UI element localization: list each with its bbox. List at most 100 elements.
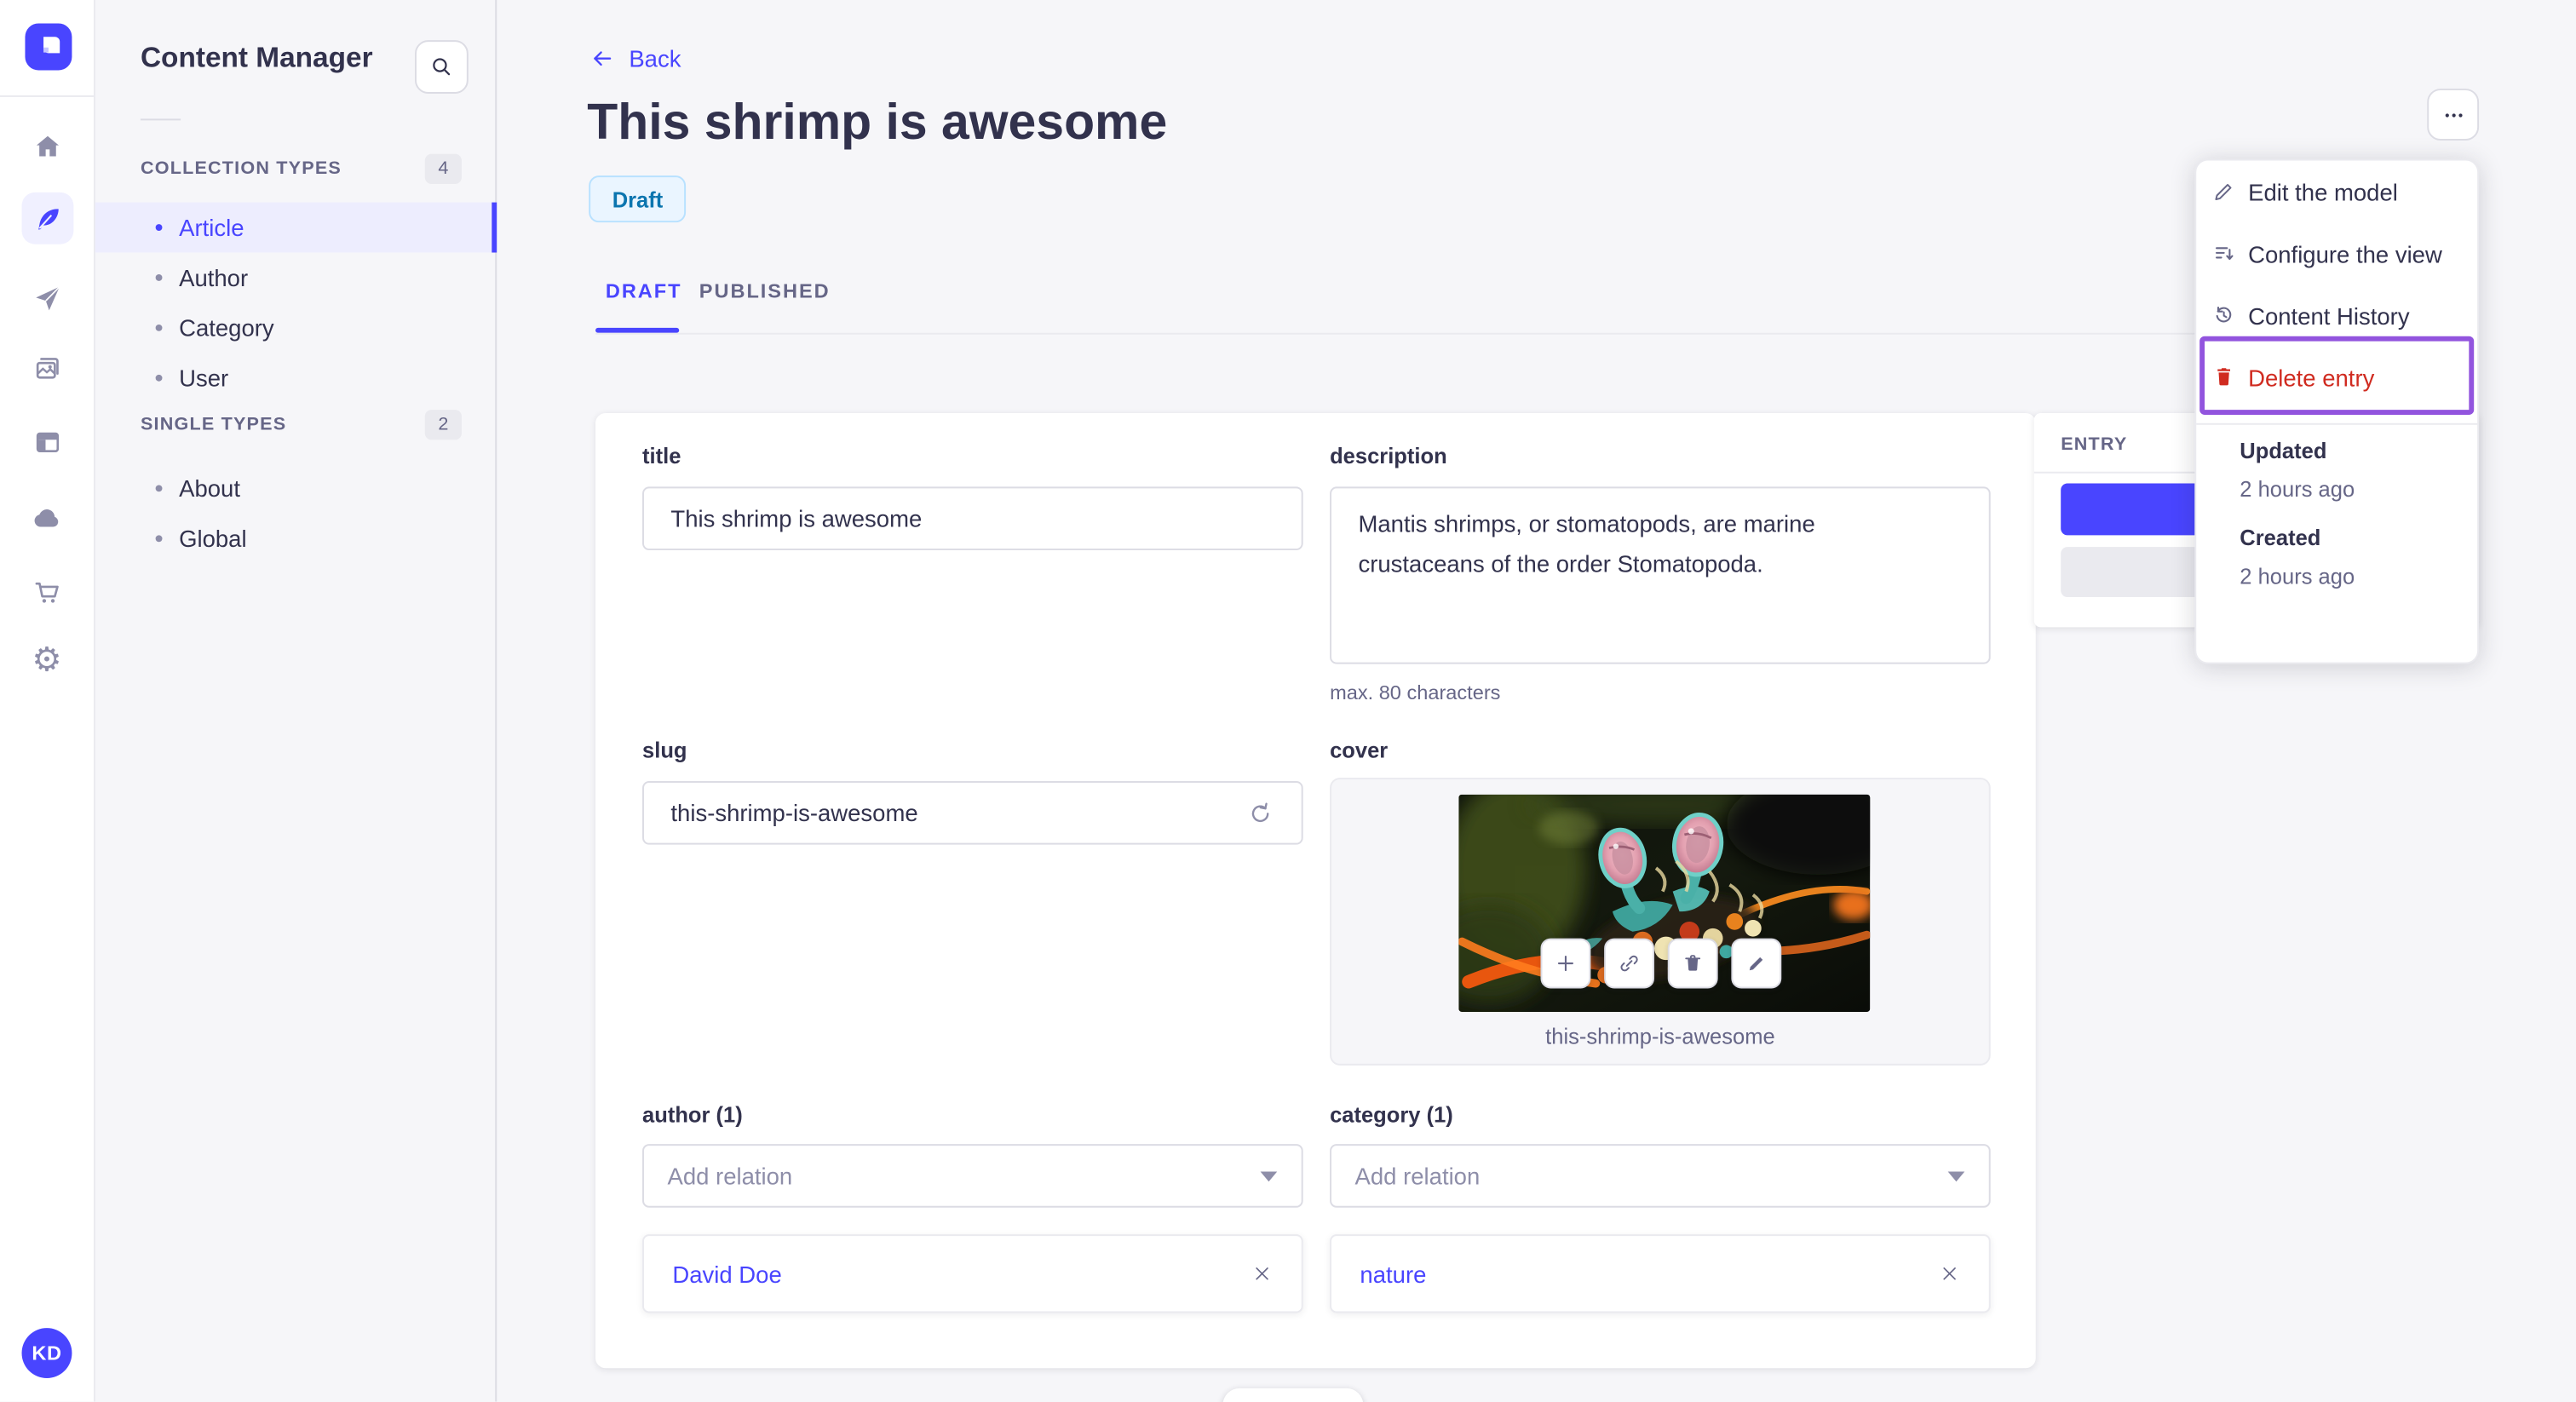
subnav-item-user[interactable]: User	[95, 353, 497, 403]
app-window: ⚙ KD Content Manager COLLECTION TYPES 4 …	[0, 0, 2576, 1402]
category-relation-link[interactable]: nature	[1360, 1261, 1426, 1287]
back-link[interactable]: Back	[589, 45, 681, 72]
cover-copy-link-button[interactable]	[1603, 938, 1654, 989]
author-relation-link[interactable]: David Doe	[672, 1261, 781, 1287]
created-label: Created	[2240, 525, 2321, 551]
subnav-item-global[interactable]: Global	[95, 514, 497, 564]
remove-category-relation-button[interactable]	[1939, 1263, 1961, 1285]
updated-label: Updated	[2240, 438, 2327, 463]
menu-item-label: Edit the model	[2248, 178, 2398, 205]
arrow-left-icon	[594, 51, 612, 66]
subnav-item-article[interactable]: Article	[95, 202, 497, 253]
strapi-logo[interactable]	[25, 23, 72, 71]
chevron-down-icon	[1260, 1170, 1278, 1181]
ellipsis-icon	[2444, 112, 2462, 117]
avatar-initials: KD	[32, 1341, 62, 1365]
trash-icon	[1684, 955, 1700, 971]
subnav-item-about[interactable]: About	[95, 463, 497, 514]
subnav-item-label: Category	[179, 314, 274, 342]
description-textarea[interactable]: Mantis shrimps, or stomatopods, are mari…	[1330, 486, 1991, 664]
subnav-item-label: Author	[179, 264, 249, 291]
status-badge: Draft	[589, 175, 687, 223]
cover-caption: this-shrimp-is-awesome	[1545, 1023, 1775, 1049]
pencil-icon	[1748, 957, 1762, 971]
updated-value: 2 hours ago	[2240, 476, 2355, 503]
link-icon	[1619, 955, 1637, 972]
cover-field: this-shrimp-is-awesome	[1330, 778, 1991, 1066]
description-field-label: description	[1330, 443, 1447, 468]
tab-published[interactable]: PUBLISHED	[699, 279, 831, 302]
bullet-icon	[155, 535, 163, 543]
slug-input[interactable]: this-shrimp-is-awesome	[642, 781, 1303, 845]
pencil-icon	[2215, 183, 2232, 201]
menu-item-delete-entry[interactable]: Delete entry	[2196, 346, 2481, 408]
cover-delete-button[interactable]	[1666, 938, 1717, 989]
sidebar-item-deploy[interactable]	[0, 491, 94, 545]
entry-panel-title: ENTRY	[2061, 434, 2128, 456]
layout-icon	[35, 431, 59, 451]
tab-draft[interactable]: DRAFT	[606, 279, 682, 302]
more-actions-button[interactable]	[2427, 89, 2480, 141]
close-icon	[1943, 1267, 1956, 1280]
bullet-icon	[155, 485, 163, 492]
category-combobox-placeholder: Add relation	[1354, 1162, 1481, 1190]
menu-item-content-history[interactable]: Content History	[2196, 284, 2481, 347]
author-relation-combobox[interactable]: Add relation	[642, 1144, 1303, 1208]
title-field-label: title	[642, 443, 681, 468]
cover-field-label: cover	[1330, 737, 1389, 763]
bullet-icon	[155, 324, 163, 331]
subnav-item-label: Global	[179, 525, 247, 552]
sidebar-item-settings[interactable]: ⚙	[0, 632, 94, 686]
chevron-down-icon	[1947, 1170, 1965, 1181]
subnav-item-author[interactable]: Author	[95, 253, 497, 303]
slug-field-label: slug	[642, 737, 687, 763]
more-actions-menu: Edit the model Configure the view Conten…	[2194, 158, 2481, 664]
collection-types-label: COLLECTION TYPES	[140, 158, 342, 180]
subnav-title: Content Manager	[140, 42, 373, 74]
subnav-item-label: User	[179, 365, 229, 392]
page-title: This shrimp is awesome	[587, 95, 1168, 151]
single-types-count: 2	[424, 410, 462, 440]
subnav-item-label: Article	[179, 214, 244, 241]
strapi-logo-icon	[43, 37, 60, 54]
sidebar-item-marketplace[interactable]	[0, 566, 94, 619]
bullet-icon	[155, 374, 163, 382]
title-input[interactable]: This shrimp is awesome	[642, 486, 1303, 551]
sidebar-item-content-manager[interactable]	[21, 192, 74, 244]
title-input-value: This shrimp is awesome	[670, 505, 923, 532]
cover-add-button[interactable]	[1539, 938, 1590, 989]
rail-divider	[0, 95, 94, 97]
menu-item-label: Configure the view	[2248, 239, 2442, 267]
cloud-icon	[34, 509, 59, 527]
category-field-label: category (1)	[1330, 1102, 1453, 1128]
bullet-icon	[155, 274, 163, 281]
subnav-item-category[interactable]: Category	[95, 302, 497, 353]
description-helper: max. 80 characters	[1330, 681, 1501, 704]
menu-item-edit-model[interactable]: Edit the model	[2196, 161, 2481, 223]
sidebar-item-releases[interactable]	[0, 271, 94, 325]
cover-edit-button[interactable]	[1730, 938, 1781, 989]
home-icon	[35, 135, 59, 156]
author-relation-item: David Doe	[642, 1234, 1303, 1313]
content-manager-subnav: Content Manager COLLECTION TYPES 4 Artic…	[95, 0, 497, 1402]
bullet-icon	[155, 224, 163, 231]
menu-divider	[2196, 422, 2478, 425]
menu-item-configure-view[interactable]: Configure the view	[2196, 222, 2481, 284]
sidebar-item-content-type-builder[interactable]	[0, 415, 94, 468]
configure-view-icon	[2216, 247, 2234, 261]
bottom-floating-widget[interactable]	[1222, 1388, 1364, 1402]
remove-author-relation-button[interactable]	[1251, 1263, 1274, 1285]
single-types-label: SINGLE TYPES	[140, 414, 287, 435]
paper-plane-icon	[35, 285, 60, 310]
menu-item-label: Delete entry	[2248, 364, 2375, 391]
regenerate-icon[interactable]	[1246, 799, 1274, 827]
search-button[interactable]	[414, 40, 469, 94]
close-icon	[1256, 1267, 1268, 1280]
subnav-item-label: About	[179, 474, 240, 503]
user-avatar[interactable]: KD	[21, 1328, 72, 1379]
category-relation-combobox[interactable]: Add relation	[1330, 1144, 1991, 1208]
sidebar-item-media-library[interactable]	[0, 342, 94, 395]
sidebar-item-home[interactable]	[0, 118, 94, 172]
media-library-icon	[35, 357, 58, 378]
back-label: Back	[629, 45, 681, 72]
